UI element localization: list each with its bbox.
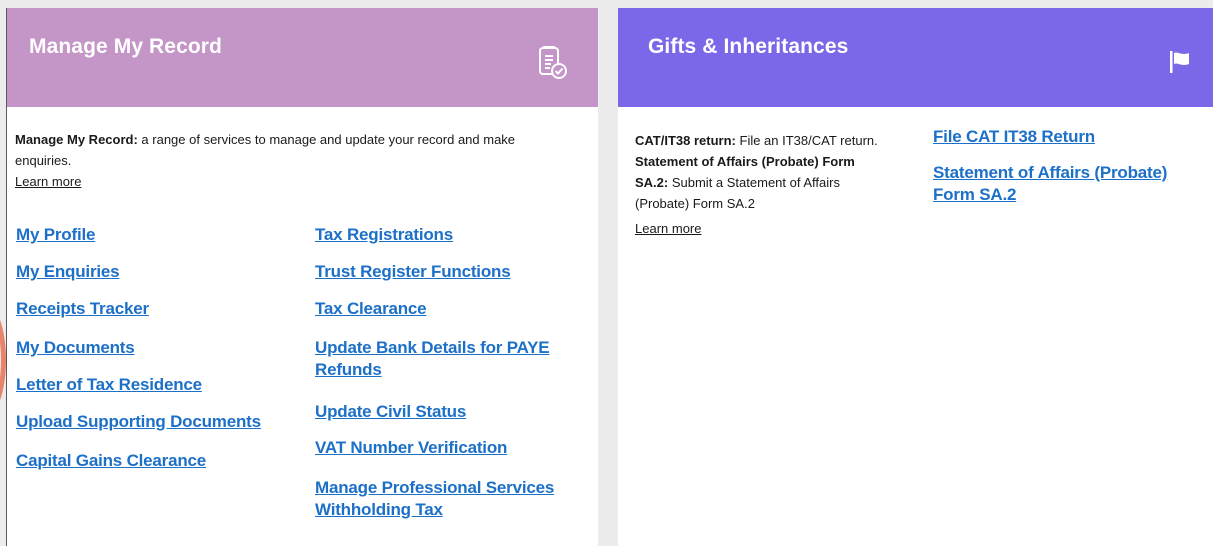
card-title: Gifts & Inheritances [648,35,849,58]
link-upload-supporting-documents[interactable]: Upload Supporting Documents [16,411,261,433]
learn-more-link[interactable]: Learn more [15,171,81,192]
link-my-documents[interactable]: My Documents [16,337,135,359]
link-manage-professional-services-wht[interactable]: Manage Professional Services Withholding… [315,477,585,521]
link-tax-clearance[interactable]: Tax Clearance [315,298,427,320]
learn-more-link[interactable]: Learn more [635,218,701,239]
card-title: Manage My Record [29,35,222,58]
link-my-enquiries[interactable]: My Enquiries [16,261,120,283]
card-header: Manage My Record [7,8,598,107]
link-trust-register-functions[interactable]: Trust Register Functions [315,261,511,283]
link-tax-registrations[interactable]: Tax Registrations [315,224,453,246]
link-my-profile[interactable]: My Profile [16,224,95,246]
manage-my-record-card: Manage My Record Manage My Record: a ran… [6,8,598,546]
page: Manage My Record Manage My Record: a ran… [0,0,1213,546]
document-check-icon [537,45,569,85]
flag-icon [1168,50,1192,79]
card-header: Gifts & Inheritances [618,8,1213,107]
card-description: CAT/IT38 return: File an IT38/CAT return… [635,130,885,239]
link-statement-of-affairs[interactable]: Statement of Affairs (Probate) Form SA.2 [933,162,1208,206]
card-description: Manage My Record: a range of services to… [15,129,575,192]
link-receipts-tracker[interactable]: Receipts Tracker [16,298,149,320]
link-vat-number-verification[interactable]: VAT Number Verification [315,437,507,459]
link-capital-gains-clearance[interactable]: Capital Gains Clearance [16,450,206,472]
link-update-bank-details[interactable]: Update Bank Details for PAYE Refunds [315,337,585,381]
cat-it38-strong: CAT/IT38 return: [635,133,736,148]
gifts-inheritances-card: Gifts & Inheritances CAT/IT38 return: Fi… [618,8,1213,546]
link-update-civil-status[interactable]: Update Civil Status [315,401,466,423]
cat-it38-text: File an IT38/CAT return. [735,133,878,148]
link-file-cat-it38-return[interactable]: File CAT IT38 Return [933,126,1095,148]
description-strong: Manage My Record: [15,132,138,147]
link-letter-of-tax-residence[interactable]: Letter of Tax Residence [16,374,202,396]
